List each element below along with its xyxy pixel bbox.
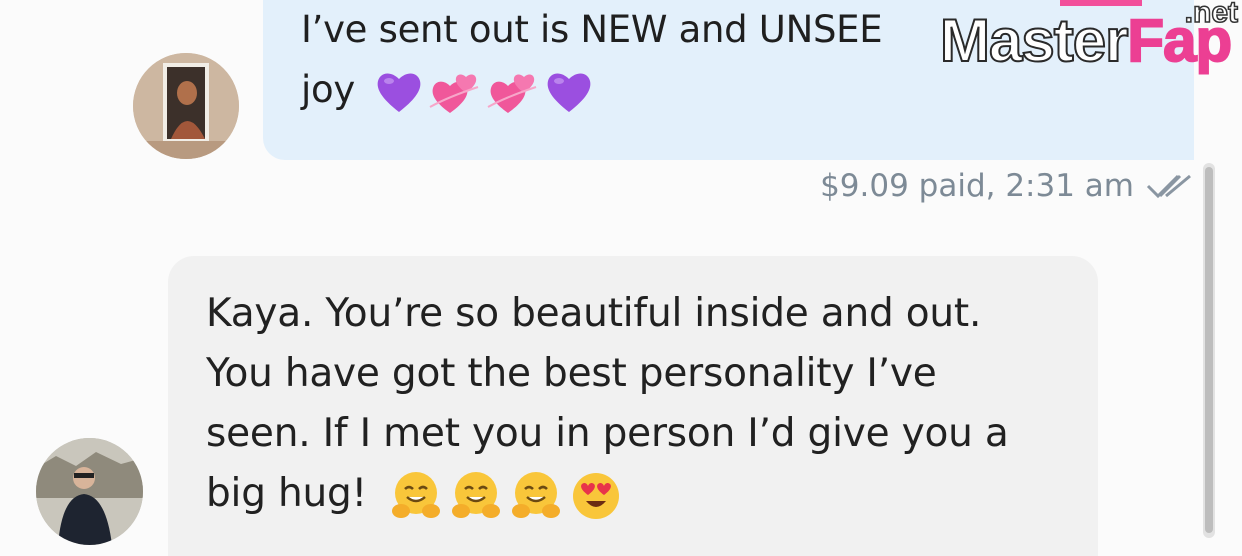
received-message-bubble[interactable]: Kaya. You’re so beautiful inside and out…: [168, 256, 1098, 556]
received-message-line-4: big hug!: [206, 464, 1076, 524]
message-receipt: $9.09 paid, 2:31 am: [820, 168, 1194, 204]
received-message-emojis: [389, 469, 623, 523]
sender-avatar[interactable]: [133, 53, 239, 159]
received-message-line-1: Kaya. You’re so beautiful inside and out…: [206, 291, 982, 336]
scrollbar-track[interactable]: [1203, 163, 1215, 538]
watermark-logo: MasterFap .net: [939, 0, 1242, 82]
watermark-tld: .net: [1184, 0, 1239, 30]
watermark-brand-a: Master: [939, 7, 1129, 75]
sent-message-line-2-text: joy: [301, 68, 355, 111]
receiver-avatar-image: [36, 438, 143, 545]
hugging-face-emoji-icon: [512, 471, 561, 518]
scrollbar-thumb[interactable]: [1205, 167, 1213, 533]
received-message-text: Kaya. You’re so beautiful inside and out…: [206, 284, 1076, 524]
purple-heart-emoji-icon: [378, 72, 421, 112]
received-message-line-4-text: big hug!: [206, 471, 367, 516]
sender-avatar-image: [133, 53, 239, 159]
received-message-line-3: seen. If I met you in person I’d give yo…: [206, 411, 1009, 456]
two-hearts-emoji-icon: [487, 73, 537, 113]
purple-heart-emoji-icon: [548, 72, 591, 112]
watermark-accent-bar: [1060, 0, 1142, 6]
payment-time-label: $9.09 paid, 2:31 am: [820, 168, 1134, 204]
double-check-icon: [1146, 174, 1191, 199]
sent-message-emojis: [374, 67, 594, 117]
hugging-face-emoji-icon: [392, 471, 441, 518]
heart-eyes-emoji-icon: [573, 472, 620, 519]
hugging-face-emoji-icon: [452, 471, 501, 518]
received-message-line-2: You have got the best personality I’ve: [206, 351, 937, 396]
receiver-avatar[interactable]: [36, 438, 143, 545]
two-hearts-emoji-icon: [429, 73, 479, 113]
